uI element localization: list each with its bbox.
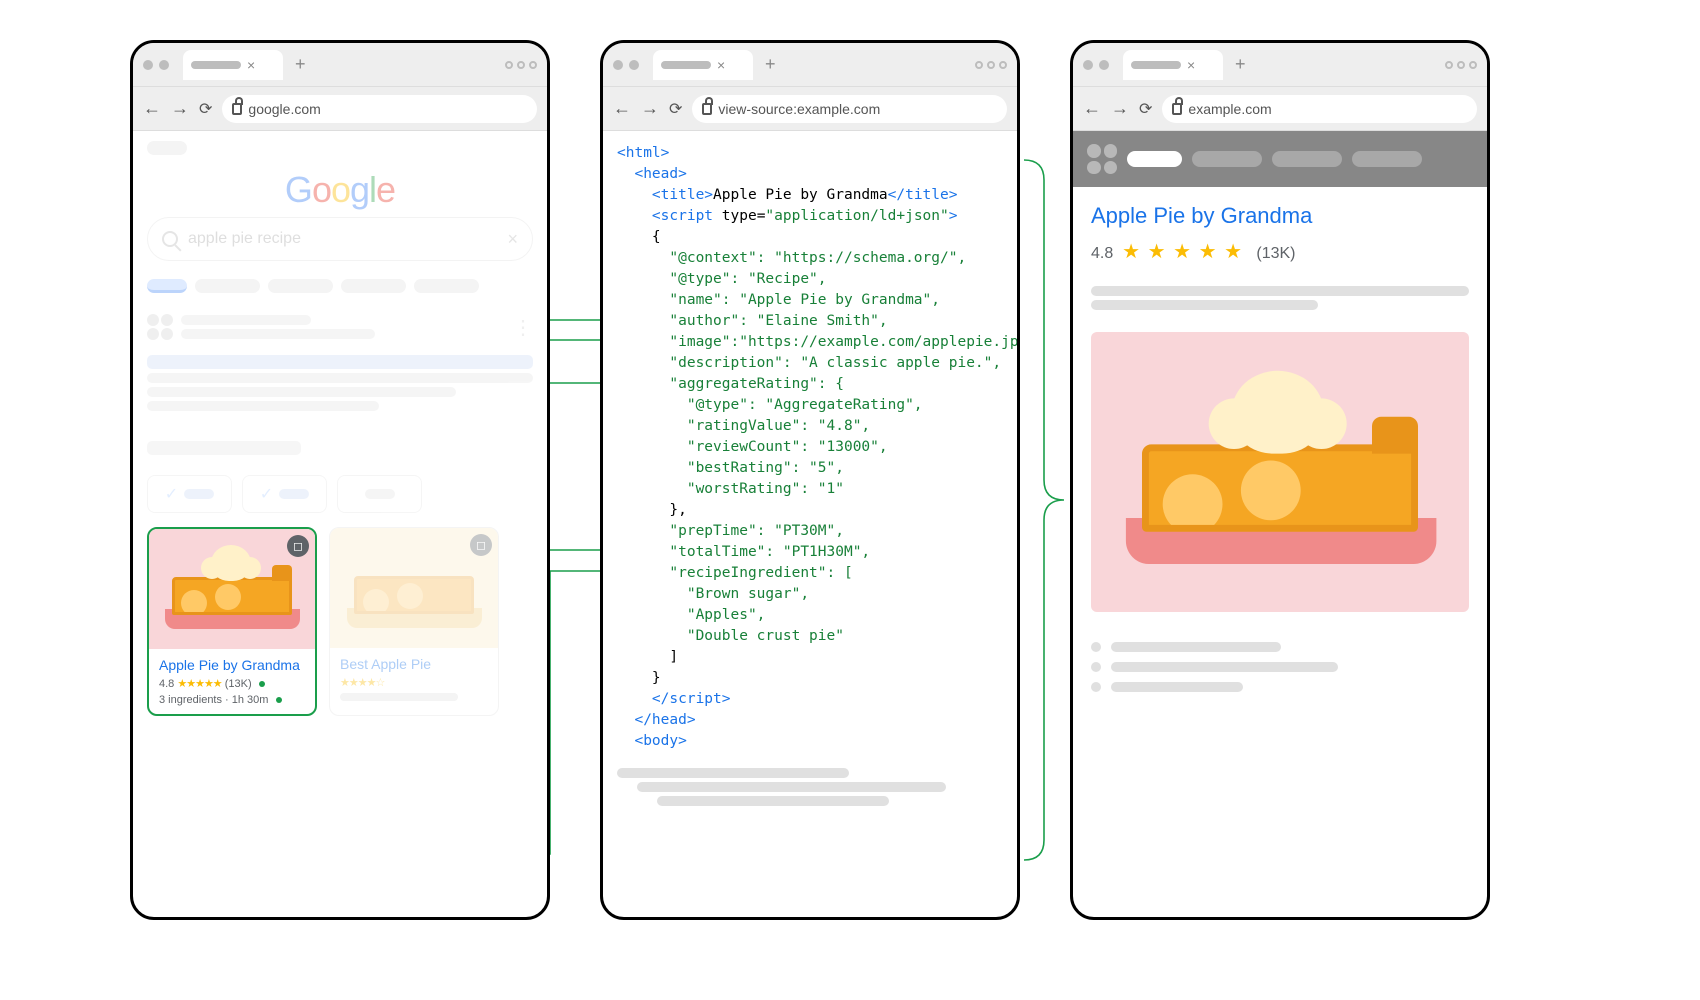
lock-icon [702, 103, 712, 115]
search-icon [162, 231, 178, 247]
forward-icon[interactable]: → [641, 98, 659, 119]
section-header-placeholder [147, 441, 533, 455]
view-source-window: × + ← → ⟳ view-source:example.com <html>… [600, 40, 1020, 920]
url-text: view-source:example.com [718, 101, 880, 117]
address-bar[interactable]: google.com [222, 95, 537, 123]
recipe-image: ◻ [149, 529, 315, 649]
browser-tab[interactable]: × [653, 50, 753, 80]
lock-icon [1172, 103, 1182, 115]
pie-illustration [1108, 380, 1453, 564]
back-icon[interactable]: ← [1083, 98, 1101, 119]
page-rating: 4.8 ★ ★ ★ ★ ★ (13K) [1091, 239, 1469, 264]
reload-icon[interactable]: ⟳ [199, 99, 212, 119]
address-bar[interactable]: view-source:example.com [692, 95, 1007, 123]
new-tab-icon[interactable]: + [765, 54, 776, 75]
tab-stub[interactable] [195, 279, 260, 293]
close-tab-icon[interactable]: × [717, 57, 725, 73]
browser-toolbar: ← → ⟳ google.com [133, 87, 547, 131]
connector-dot [259, 681, 265, 687]
result-placeholder: ⋮ [147, 311, 533, 411]
browser-tab[interactable]: × [1123, 50, 1223, 80]
browser-tab-bar: × + [133, 43, 547, 87]
search-tabs [147, 279, 533, 293]
back-icon[interactable]: ← [613, 98, 631, 119]
browser-toolbar: ← → ⟳ example.com [1073, 87, 1487, 131]
nav-item[interactable] [1192, 151, 1262, 167]
bookmark-icon[interactable]: ◻ [287, 535, 309, 557]
close-tab-icon[interactable]: × [1187, 57, 1195, 73]
filter-chips: ✓ ✓ [147, 475, 533, 513]
body-placeholder [603, 768, 1017, 824]
reload-icon[interactable]: ⟳ [669, 99, 682, 119]
star-icons: ★ ★ ★ ★ ★ [1122, 241, 1243, 263]
tab-all[interactable] [147, 279, 187, 293]
recipe-image: ◻ [330, 528, 498, 648]
recipe-rich-result[interactable]: ◻ Apple Pie by Grandma 4.8 ★★★★★ (13K) 3… [147, 527, 317, 716]
traffic-light-dot [143, 60, 153, 70]
site-nav [1073, 131, 1487, 187]
browser-tab[interactable]: × [183, 50, 283, 80]
tab-stub[interactable] [268, 279, 333, 293]
recipe-title: Best Apple Pie [340, 656, 488, 672]
bookmark-icon[interactable]: ◻ [470, 534, 492, 556]
back-icon[interactable]: ← [143, 98, 161, 119]
recipe-rich-result-secondary[interactable]: ◻ Best Apple Pie ★★★★☆ [329, 527, 499, 716]
filter-chip[interactable]: ✓ [242, 475, 327, 513]
browser-toolbar: ← → ⟳ view-source:example.com [603, 87, 1017, 131]
nav-item[interactable] [1352, 151, 1422, 167]
pie-illustration [157, 549, 307, 629]
browser-tab-bar: × + [603, 43, 1017, 87]
browser-tab-bar: × + [1073, 43, 1487, 87]
star-icons: ★★★★★ [177, 678, 221, 690]
recipe-rating: 4.8 ★★★★★ (13K) [159, 677, 305, 690]
address-bar[interactable]: example.com [1162, 95, 1477, 123]
tab-stub[interactable] [341, 279, 406, 293]
url-text: example.com [1188, 101, 1271, 117]
recipe-title: Apple Pie by Grandma [159, 657, 305, 673]
forward-icon[interactable]: → [171, 98, 189, 119]
tab-title-placeholder [191, 61, 241, 69]
recipe-meta: 3 ingredients · 1h 30m [159, 694, 305, 706]
ingredient-list-placeholder [1091, 642, 1469, 692]
clear-icon[interactable]: × [507, 229, 518, 250]
new-tab-icon[interactable]: + [1235, 54, 1246, 75]
nav-item[interactable] [1272, 151, 1342, 167]
connector-dot [276, 697, 282, 703]
window-controls [505, 61, 537, 69]
url-text: google.com [248, 101, 320, 117]
nav-item-active[interactable] [1127, 151, 1182, 167]
description-placeholder [1091, 286, 1469, 310]
search-input[interactable]: apple pie recipe × [147, 217, 533, 261]
filter-chip[interactable]: ✓ [147, 475, 232, 513]
search-results-window: × + ← → ⟳ google.com Google apple pie re… [130, 40, 550, 920]
hero-image [1091, 332, 1469, 612]
filter-chip[interactable] [337, 475, 422, 513]
page-title: Apple Pie by Grandma [1091, 203, 1469, 229]
reload-icon[interactable]: ⟳ [1139, 99, 1152, 119]
new-tab-icon[interactable]: + [295, 54, 306, 75]
source-code: <html> <head> <title>Apple Pie by Grandm… [603, 131, 1017, 764]
tab-stub[interactable] [414, 279, 479, 293]
lock-icon [232, 103, 242, 115]
traffic-light-dot [159, 60, 169, 70]
example-site-window: × + ← → ⟳ example.com Apple Pie by Grand… [1070, 40, 1490, 920]
site-logo-icon[interactable] [1087, 144, 1117, 174]
forward-icon[interactable]: → [1111, 98, 1129, 119]
google-logo: Google [147, 169, 533, 211]
favicon-placeholder [147, 314, 173, 340]
close-tab-icon[interactable]: × [247, 57, 255, 73]
search-query-text: apple pie recipe [188, 230, 301, 248]
